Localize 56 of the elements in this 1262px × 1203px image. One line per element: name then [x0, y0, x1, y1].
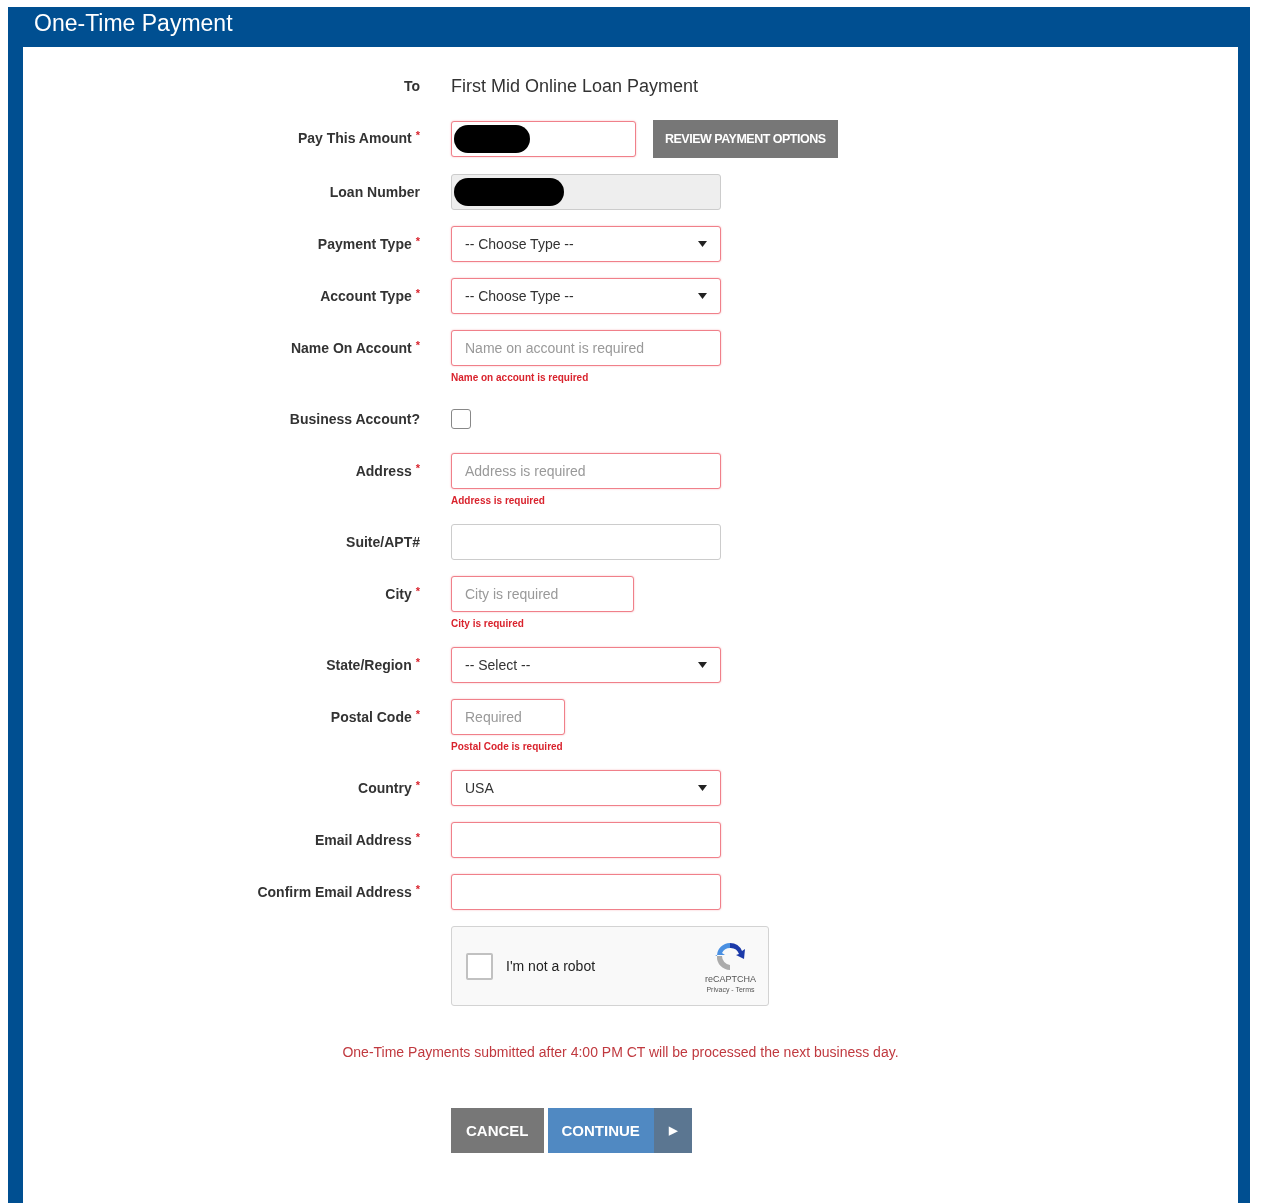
input-field[interactable]: [451, 874, 721, 910]
required-marker: *: [415, 778, 420, 793]
input-field[interactable]: Address is required: [451, 453, 721, 489]
required-marker: *: [415, 338, 420, 353]
select-field[interactable]: -- Choose Type --: [451, 226, 721, 262]
required-marker: *: [415, 655, 420, 670]
error-text: Postal Code is required: [451, 741, 563, 753]
field-label: Address: [355, 462, 412, 481]
required-marker: *: [415, 830, 420, 845]
error-text: City is required: [451, 618, 524, 630]
redacted-field[interactable]: [451, 121, 636, 157]
required-marker: *: [415, 234, 420, 249]
required-marker: *: [415, 128, 420, 143]
required-marker: *: [415, 882, 420, 897]
dropdown-caret-icon: [698, 785, 707, 791]
input-field[interactable]: [451, 822, 721, 858]
field-label: Email Address: [314, 831, 412, 850]
review-options-button[interactable]: REVIEW PAYMENT OPTIONS: [653, 120, 838, 158]
field-label: Name On Account: [290, 339, 412, 358]
field-label: Postal Code: [330, 708, 412, 727]
input-field[interactable]: Required: [451, 699, 565, 735]
payee-text: First Mid Online Loan Payment: [451, 75, 699, 98]
field-label: Confirm Email Address: [257, 883, 412, 902]
required-marker: *: [415, 584, 420, 599]
dropdown-caret-icon: [698, 662, 707, 668]
field-label: State/Region: [326, 656, 412, 675]
captcha-label: I'm not a robot: [506, 958, 597, 974]
dropdown-caret-icon: [698, 293, 707, 299]
dropdown-caret-icon: [698, 241, 707, 247]
field-label: Pay This Amount: [297, 129, 412, 148]
window-title: One-Time Payment: [33, 9, 233, 38]
field-label: Suite/APT#: [346, 533, 420, 552]
input-field[interactable]: City is required: [451, 576, 634, 612]
required-marker: *: [415, 707, 420, 722]
captcha-checkbox[interactable]: [466, 952, 493, 980]
cancel-button[interactable]: CANCEL: [451, 1108, 544, 1153]
continue-button[interactable]: CONTINUE ▶: [547, 1108, 692, 1153]
required-marker: *: [415, 286, 420, 301]
error-text: Name on account is required: [451, 372, 589, 384]
checkbox[interactable]: [451, 409, 471, 429]
field-label: Business Account?: [289, 410, 420, 429]
input-field[interactable]: Name on account is required: [451, 330, 721, 366]
input-field[interactable]: [451, 524, 721, 560]
captcha-brand: reCAPTCHA: [705, 973, 756, 984]
error-text: Address is required: [451, 495, 545, 507]
field-label: Account Type: [320, 287, 412, 306]
notice-text: One-Time Payments submitted after 4:00 PM CT will be processed the next business day.: [341, 1044, 900, 1060]
field-label: Loan Number: [329, 183, 420, 202]
field-label: Country: [358, 779, 412, 798]
field-label: To: [403, 77, 420, 96]
field-label: Payment Type: [317, 235, 412, 254]
required-marker: *: [415, 461, 420, 476]
select-field[interactable]: -- Choose Type --: [451, 278, 721, 314]
select-field[interactable]: USA: [451, 770, 721, 806]
field-label: City: [385, 585, 412, 604]
select-field[interactable]: -- Select --: [451, 647, 721, 683]
